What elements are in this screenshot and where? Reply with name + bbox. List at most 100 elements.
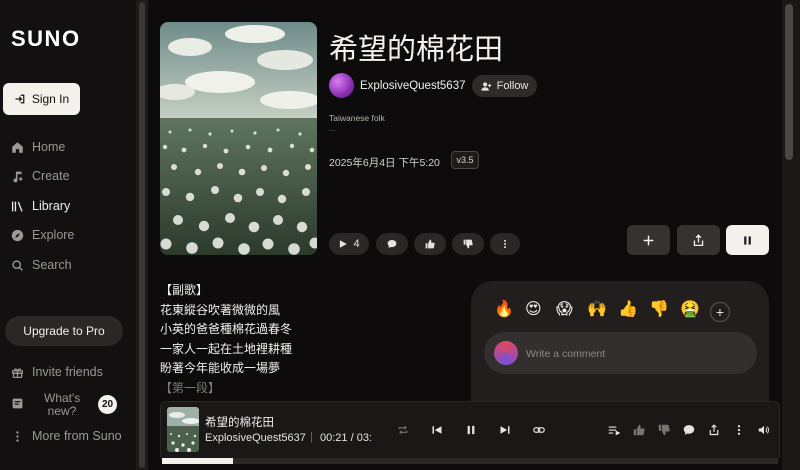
invite-friends-label: Invite friends — [32, 365, 103, 379]
sidebar-item-library[interactable]: Library — [11, 199, 70, 213]
whats-new-link[interactable]: What's new? — [44, 392, 80, 418]
sidebar-item-label: Search — [32, 258, 72, 272]
volume-button[interactable] — [757, 423, 771, 437]
play-count: 4 — [353, 238, 360, 250]
sidebar-item-search[interactable]: Search — [11, 258, 72, 272]
player-pause-button[interactable] — [464, 423, 478, 437]
add-emoji-button[interactable]: + — [710, 302, 730, 322]
news-icon — [12, 398, 23, 409]
whats-new-icon-wrap[interactable] — [11, 397, 24, 410]
sidebar-item-label: Library — [32, 199, 71, 213]
sidebar-item-explore[interactable]: Explore — [11, 228, 74, 242]
search-icon — [12, 259, 23, 271]
queue-list-icon — [608, 426, 620, 436]
skip-back-icon — [432, 426, 442, 434]
previous-track-button[interactable] — [430, 423, 444, 437]
lyrics-line: 【副歌】 — [160, 283, 209, 297]
suno-logo[interactable]: SUNO — [11, 26, 81, 52]
lyrics-line: 盼著今年能收成一場夢 — [160, 361, 281, 375]
link-icon — [533, 427, 545, 433]
emoji-raised-hands-button[interactable]: 🙌 — [587, 299, 607, 319]
volume-icon — [758, 425, 769, 435]
pause-icon — [467, 425, 475, 435]
gift-icon — [12, 367, 23, 378]
thumbs-down-icon — [658, 424, 670, 436]
player-like-button[interactable] — [632, 423, 646, 437]
sidebar-item-home[interactable]: Home — [11, 140, 65, 154]
player-artist-name[interactable]: ExplosiveQuest5637 — [205, 432, 306, 444]
skip-forward-icon — [500, 426, 510, 434]
main-scrollbar-thumb[interactable] — [785, 4, 793, 160]
playback-progress-fill — [162, 458, 233, 464]
pause-icon — [744, 235, 751, 245]
song-cover-image — [160, 22, 317, 255]
share-button[interactable] — [677, 225, 720, 255]
add-to-playlist-button[interactable] — [627, 225, 670, 255]
sidebar-item-label: Home — [32, 140, 66, 154]
more-from-suno-link[interactable]: More from Suno — [11, 429, 122, 443]
player-share-button[interactable] — [707, 423, 721, 437]
whats-new-count-badge: 20 — [98, 395, 117, 414]
more-from-suno-label: More from Suno — [32, 429, 122, 443]
follow-label: Follow — [496, 80, 529, 92]
comment-placeholder: Write a comment — [526, 348, 606, 360]
add-user-icon — [480, 81, 491, 91]
emoji-scream-button[interactable]: 😱 — [556, 299, 573, 319]
invite-friends-link[interactable]: Invite friends — [11, 365, 103, 379]
copy-link-button[interactable] — [532, 423, 546, 437]
repeat-icon — [398, 425, 408, 435]
plus-icon — [643, 235, 654, 245]
emoji-thumbs-down-button[interactable]: 👎 — [649, 299, 669, 319]
player-song-title[interactable]: 希望的棉花田 — [205, 414, 274, 430]
share-icon — [693, 233, 704, 246]
emoji-vomit-button[interactable]: 🤮 — [680, 299, 700, 319]
sidebar-item-create[interactable]: Create — [11, 169, 70, 183]
artist-name-link[interactable]: ExplosiveQuest5637 — [360, 80, 465, 92]
sidebar-scrollbar-thumb[interactable] — [139, 2, 145, 468]
home-icon — [12, 141, 23, 153]
lyrics-line-partial: 【第一段】 — [160, 380, 221, 395]
player-cover-thumbnail[interactable] — [167, 407, 199, 452]
player-more-button[interactable] — [732, 423, 746, 437]
follow-button[interactable]: Follow — [472, 75, 537, 97]
artist-avatar[interactable] — [329, 73, 354, 98]
pause-button[interactable] — [726, 225, 769, 255]
upgrade-to-pro-button[interactable]: Upgrade to Pro — [5, 316, 123, 346]
sign-in-icon — [15, 94, 25, 104]
comment-input[interactable] — [484, 332, 757, 374]
player-separator: | — [310, 431, 313, 443]
emoji-heart-eyes-button[interactable]: 😍 — [525, 299, 542, 319]
player-time: 00:21 / 03: — [320, 432, 372, 444]
sidebar-item-label: Create — [32, 169, 70, 183]
player-dislike-button[interactable] — [657, 423, 671, 437]
more-vertical-icon — [737, 425, 741, 435]
more-vertical-icon — [504, 239, 506, 249]
playback-progress-bar[interactable] — [162, 458, 778, 464]
music-note-icon — [13, 171, 24, 182]
player-comment-button[interactable] — [682, 423, 696, 437]
queue-button[interactable] — [607, 423, 621, 437]
sidebar: SUNO Sign In Home Create Library Explore… — [0, 0, 136, 470]
comment-icon — [683, 425, 695, 435]
sidebar-item-label: Explore — [32, 228, 75, 242]
user-avatar — [494, 341, 518, 365]
share-icon — [709, 424, 719, 436]
lyrics-line: 一家人一起在土地裡耕種 — [160, 341, 293, 356]
dislike-button[interactable] — [452, 233, 484, 255]
repeat-button[interactable] — [396, 423, 410, 437]
thumbs-up-icon — [425, 239, 435, 249]
sign-in-button[interactable]: Sign In — [3, 83, 80, 115]
genre-tag[interactable]: Taiwanese folk — [329, 113, 385, 123]
play-count-button[interactable]: 4 — [329, 233, 369, 255]
genre-more[interactable]: ... — [329, 124, 336, 133]
library-icon — [11, 201, 23, 212]
comment-button[interactable] — [376, 233, 408, 255]
next-track-button[interactable] — [498, 423, 512, 437]
thumbs-down-icon — [463, 239, 473, 249]
emoji-thumbs-up-button[interactable]: 👍 — [618, 299, 638, 319]
emoji-fire-button[interactable]: 🔥 — [494, 299, 514, 319]
more-options-button[interactable] — [490, 233, 520, 255]
song-date: 2025年6月4日 下午5:20 — [329, 157, 440, 169]
like-button[interactable] — [414, 233, 446, 255]
lyrics-block: 【副歌】 花東縱谷吹著微微的風 小英的爸爸種棉花過春冬 一家人一起在土地裡耕種 … — [160, 281, 292, 398]
